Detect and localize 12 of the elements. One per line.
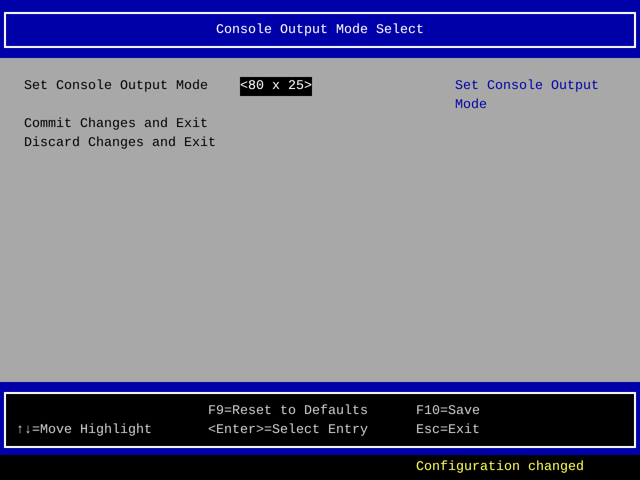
key-hint: Esc=Exit xyxy=(416,422,480,440)
setting-label: Set Console Output Mode xyxy=(24,78,209,96)
setting-value[interactable]: <80 x 25> xyxy=(240,77,312,96)
help-text: Set Console Output Mode xyxy=(455,78,600,115)
menu-action[interactable]: Commit Changes and Exit xyxy=(24,115,208,134)
key-hint: F9=Reset to Defaults xyxy=(208,403,369,421)
key-hint: F10=Save xyxy=(416,403,480,421)
menu-action[interactable]: Discard Changes and Exit xyxy=(24,134,216,153)
key-hint: <Enter>=Select Entry xyxy=(208,422,369,440)
key-hint: ↑↓=Move Highlight xyxy=(16,422,153,440)
screen-title: Console Output Mode Select xyxy=(216,22,424,40)
status-message: Configuration changed xyxy=(416,459,584,477)
